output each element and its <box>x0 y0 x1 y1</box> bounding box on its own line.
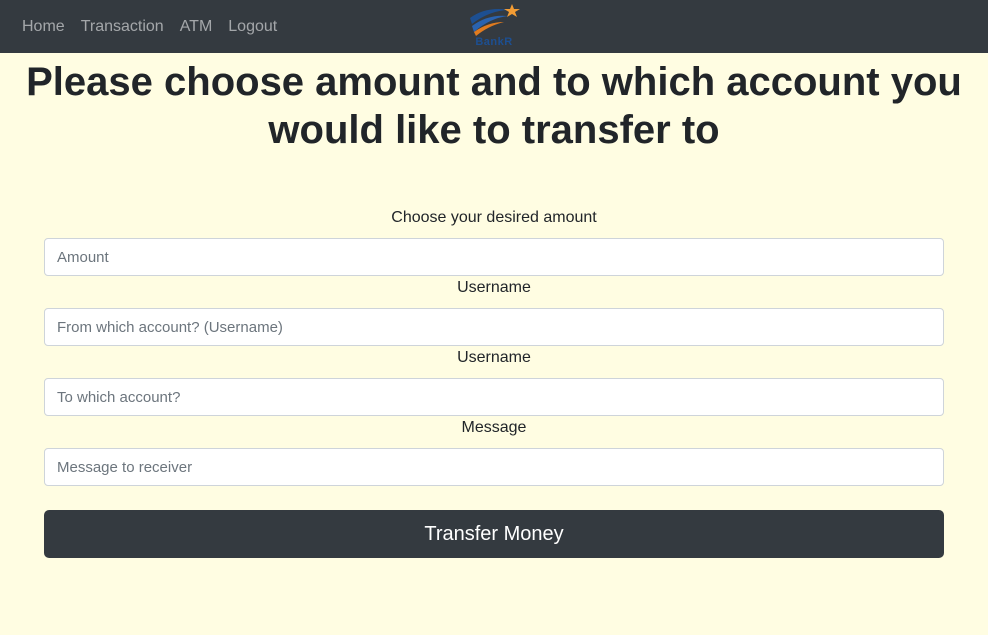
nav-link-home[interactable]: Home <box>22 18 65 36</box>
to-account-input[interactable] <box>44 378 944 416</box>
navbar: Home Transaction ATM Logout BankR <box>0 0 988 53</box>
nav-link-logout[interactable]: Logout <box>228 18 277 36</box>
nav-links: Home Transaction ATM Logout <box>22 0 293 53</box>
transfer-money-button[interactable]: Transfer Money <box>44 510 944 558</box>
from-account-input[interactable] <box>44 308 944 346</box>
to-username-label: Username <box>457 349 531 366</box>
nav-link-transaction[interactable]: Transaction <box>81 18 164 36</box>
amount-label: Choose your desired amount <box>391 209 597 226</box>
message-label: Message <box>461 419 527 436</box>
logo-text: BankR <box>475 36 513 48</box>
from-username-label: Username <box>457 279 531 296</box>
page-title: Please choose amount and to which accoun… <box>26 60 962 152</box>
amount-input[interactable] <box>44 238 944 276</box>
nav-link-atm[interactable]: ATM <box>180 18 213 36</box>
message-input[interactable] <box>44 448 944 486</box>
